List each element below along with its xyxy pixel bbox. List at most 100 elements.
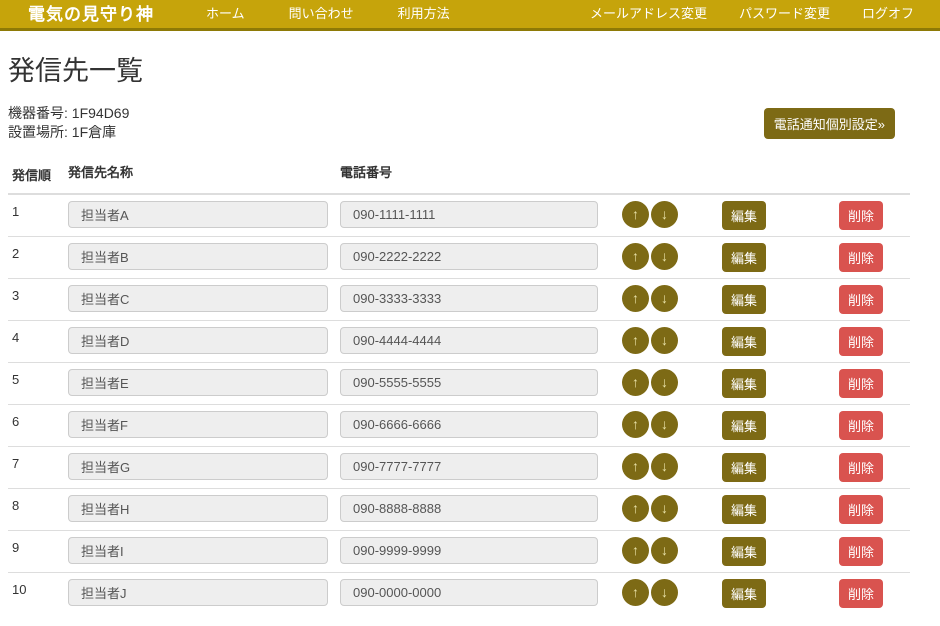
edit-button[interactable]: 編集 — [722, 495, 766, 524]
delete-button[interactable]: 削除 — [839, 495, 883, 524]
row-order-number: 8 — [8, 495, 68, 513]
table-row: 6 ↑ ↓ 編集 削除 — [8, 405, 910, 447]
edit-button[interactable]: 編集 — [722, 453, 766, 482]
brand-logo[interactable]: 電気の見守り神 — [28, 0, 154, 25]
delete-button[interactable]: 削除 — [839, 327, 883, 356]
row-actions: ↑ ↓ 編集 削除 — [622, 243, 910, 272]
phone-input[interactable] — [340, 537, 598, 564]
page-title: 発信先一覧 — [8, 49, 910, 88]
row-order-number: 7 — [8, 453, 68, 471]
row-actions: ↑ ↓ 編集 削除 — [622, 495, 910, 524]
name-input[interactable] — [68, 369, 328, 396]
edit-button[interactable]: 編集 — [722, 327, 766, 356]
move-down-button[interactable]: ↓ — [651, 243, 678, 270]
nav-item-contact[interactable]: 問い合わせ — [267, 3, 376, 22]
phone-input[interactable] — [340, 201, 598, 228]
nav-item-logoff[interactable]: ログオフ — [846, 3, 930, 22]
phone-input[interactable] — [340, 369, 598, 396]
name-input[interactable] — [68, 327, 328, 354]
phone-input[interactable] — [340, 243, 598, 270]
row-actions: ↑ ↓ 編集 削除 — [622, 327, 910, 356]
edit-button[interactable]: 編集 — [722, 411, 766, 440]
table-row: 7 ↑ ↓ 編集 削除 — [8, 447, 910, 489]
destination-table: 発信順 発信先名称 電話番号 1 ↑ ↓ 編集 削除 2 ↑ ↓ 編 — [8, 156, 910, 614]
name-input[interactable] — [68, 285, 328, 312]
move-up-button[interactable]: ↑ — [622, 537, 649, 564]
nav-item-change-email[interactable]: メールアドレス変更 — [574, 3, 723, 22]
move-up-button[interactable]: ↑ — [622, 495, 649, 522]
row-actions: ↑ ↓ 編集 削除 — [622, 369, 910, 398]
name-input[interactable] — [68, 201, 328, 228]
row-order-number: 6 — [8, 411, 68, 429]
move-up-button[interactable]: ↑ — [622, 243, 649, 270]
table-row: 3 ↑ ↓ 編集 削除 — [8, 279, 910, 321]
move-down-button[interactable]: ↓ — [651, 537, 678, 564]
page: 電気の見守り神 ホーム 問い合わせ 利用方法 メールアドレス変更 パスワード変更… — [0, 0, 940, 626]
edit-button[interactable]: 編集 — [722, 243, 766, 272]
move-down-button[interactable]: ↓ — [651, 411, 678, 438]
edit-button[interactable]: 編集 — [722, 285, 766, 314]
move-down-button[interactable]: ↓ — [651, 285, 678, 312]
row-order-number: 5 — [8, 369, 68, 387]
nav-left: ホーム 問い合わせ 利用方法 — [184, 3, 472, 22]
row-actions: ↑ ↓ 編集 削除 — [622, 411, 910, 440]
table-row: 8 ↑ ↓ 編集 削除 — [8, 489, 910, 531]
name-input[interactable] — [68, 579, 328, 606]
phone-individual-setting-button[interactable]: 電話通知個別設定» — [764, 108, 895, 139]
delete-button[interactable]: 削除 — [839, 201, 883, 230]
row-actions: ↑ ↓ 編集 削除 — [622, 453, 910, 482]
move-up-button[interactable]: ↑ — [622, 453, 649, 480]
phone-input[interactable] — [340, 285, 598, 312]
phone-input[interactable] — [340, 453, 598, 480]
name-input[interactable] — [68, 243, 328, 270]
table-row: 10 ↑ ↓ 編集 削除 — [8, 573, 910, 614]
move-up-button[interactable]: ↑ — [622, 579, 649, 606]
move-down-button[interactable]: ↓ — [651, 369, 678, 396]
move-up-button[interactable]: ↑ — [622, 411, 649, 438]
delete-button[interactable]: 削除 — [839, 411, 883, 440]
delete-button[interactable]: 削除 — [839, 537, 883, 566]
edit-button[interactable]: 編集 — [722, 579, 766, 608]
row-actions: ↑ ↓ 編集 削除 — [622, 537, 910, 566]
move-up-button[interactable]: ↑ — [622, 201, 649, 228]
nav-item-change-password[interactable]: パスワード変更 — [723, 3, 846, 22]
nav-item-usage[interactable]: 利用方法 — [376, 3, 472, 22]
move-down-button[interactable]: ↓ — [651, 495, 678, 522]
row-order-number: 4 — [8, 327, 68, 345]
table-row: 2 ↑ ↓ 編集 削除 — [8, 237, 910, 279]
edit-button[interactable]: 編集 — [722, 369, 766, 398]
table-row: 1 ↑ ↓ 編集 削除 — [8, 195, 910, 237]
phone-input[interactable] — [340, 579, 598, 606]
name-input[interactable] — [68, 495, 328, 522]
name-input[interactable] — [68, 453, 328, 480]
delete-button[interactable]: 削除 — [839, 369, 883, 398]
top-navbar: 電気の見守り神 ホーム 問い合わせ 利用方法 メールアドレス変更 パスワード変更… — [0, 0, 940, 31]
move-down-button[interactable]: ↓ — [651, 453, 678, 480]
table-row: 9 ↑ ↓ 編集 削除 — [8, 531, 910, 573]
phone-input[interactable] — [340, 495, 598, 522]
name-input[interactable] — [68, 537, 328, 564]
move-up-button[interactable]: ↑ — [622, 285, 649, 312]
nav-item-home[interactable]: ホーム — [184, 3, 267, 22]
device-info: 機器番号: 1F94D69 設置場所: 1F倉庫 — [8, 104, 129, 142]
delete-button[interactable]: 削除 — [839, 285, 883, 314]
phone-input[interactable] — [340, 327, 598, 354]
nav-right: メールアドレス変更 パスワード変更 ログオフ — [574, 3, 930, 22]
move-down-button[interactable]: ↓ — [651, 579, 678, 606]
device-number: 機器番号: 1F94D69 — [8, 104, 129, 123]
delete-button[interactable]: 削除 — [839, 579, 883, 608]
move-down-button[interactable]: ↓ — [651, 201, 678, 228]
name-input[interactable] — [68, 411, 328, 438]
edit-button[interactable]: 編集 — [722, 201, 766, 230]
delete-button[interactable]: 削除 — [839, 453, 883, 482]
move-up-button[interactable]: ↑ — [622, 369, 649, 396]
table-header: 発信順 発信先名称 電話番号 — [8, 156, 910, 195]
move-up-button[interactable]: ↑ — [622, 327, 649, 354]
row-order-number: 2 — [8, 243, 68, 261]
installation-location: 設置場所: 1F倉庫 — [8, 123, 129, 142]
phone-input[interactable] — [340, 411, 598, 438]
edit-button[interactable]: 編集 — [722, 537, 766, 566]
delete-button[interactable]: 削除 — [839, 243, 883, 272]
move-down-button[interactable]: ↓ — [651, 327, 678, 354]
row-order-number: 1 — [8, 201, 68, 219]
